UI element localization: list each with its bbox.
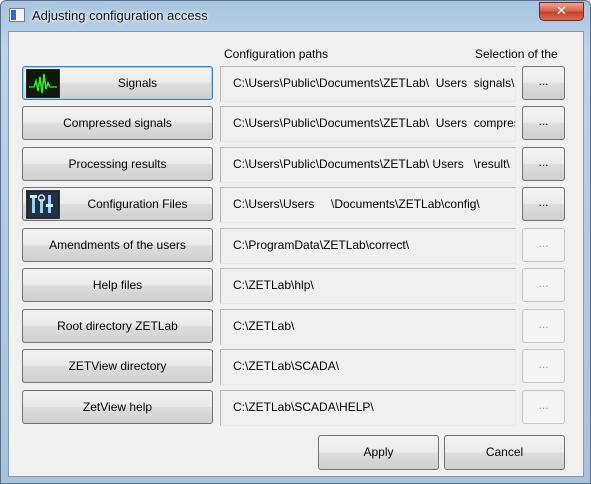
path-field-signals[interactable]: C:\Users\Public\Documents\ZETLab\ Users … bbox=[220, 66, 516, 102]
signal-waveform-icon bbox=[26, 69, 60, 98]
cancel-button[interactable]: Cancel bbox=[444, 435, 565, 470]
path-field-root-directory[interactable]: C:\ZETLab\ bbox=[220, 309, 516, 345]
config-row-compressed-signals: Compressed signals C:\Users\Public\Docum… bbox=[9, 106, 585, 142]
path-field-zetview-directory[interactable]: C:\ZETLab\SCADA\ bbox=[220, 349, 516, 385]
browse-button-zetview-help: ... bbox=[522, 390, 565, 424]
config-row-signals: Signals C:\Users\Public\Documents\ZETLab… bbox=[9, 66, 585, 102]
processing-results-button[interactable]: Processing results bbox=[22, 147, 213, 181]
path-field-zetview-help[interactable]: C:\ZETLab\SCADA\HELP\ bbox=[220, 390, 516, 426]
row-label: ZETView directory bbox=[68, 359, 167, 373]
config-row-amendments: Amendments of the users C:\ProgramData\Z… bbox=[9, 228, 585, 264]
browse-button-configuration-files[interactable]: ... bbox=[522, 187, 565, 221]
path-field-processing-results[interactable]: C:\Users\Public\Documents\ZETLab\ Users … bbox=[220, 147, 516, 183]
row-label: ZetView help bbox=[82, 400, 153, 414]
help-files-button[interactable]: Help files bbox=[22, 268, 213, 302]
zetview-directory-button[interactable]: ZETView directory bbox=[22, 349, 213, 383]
row-label: Compressed signals bbox=[63, 116, 172, 130]
row-label: Configuration Files bbox=[87, 197, 188, 211]
title-bar[interactable]: Adjusting configuration access ✕ bbox=[1, 1, 590, 29]
row-label: Processing results bbox=[68, 157, 167, 171]
config-row-configuration-files: Configuration Files C:\Users\Users \Docu… bbox=[9, 187, 585, 223]
path-field-help-files[interactable]: C:\ZETLab\hlp\ bbox=[220, 268, 516, 304]
app-window-icon bbox=[9, 8, 25, 22]
path-field-configuration-files[interactable]: C:\Users\Users \Documents\ZETLab\config\ bbox=[220, 187, 516, 223]
config-row-zetview-directory: ZETView directory C:\ZETLab\SCADA\ ... bbox=[9, 349, 585, 385]
window-title: Adjusting configuration access bbox=[32, 8, 208, 23]
amendments-button[interactable]: Amendments of the users bbox=[22, 228, 213, 262]
close-button[interactable]: ✕ bbox=[539, 2, 584, 21]
root-directory-button[interactable]: Root directory ZETLab bbox=[22, 309, 213, 343]
configuration-tools-icon bbox=[26, 190, 60, 219]
configuration-files-button[interactable]: Configuration Files bbox=[22, 187, 213, 221]
signals-button[interactable]: Signals bbox=[22, 66, 213, 100]
browse-button-amendments: ... bbox=[522, 228, 565, 262]
row-label: Signals bbox=[117, 76, 158, 90]
browse-button-signals[interactable]: ... bbox=[522, 66, 565, 100]
path-field-amendments[interactable]: C:\ProgramData\ZETLab\correct\ bbox=[220, 228, 516, 264]
column-header-selection: Selection of the bbox=[475, 47, 558, 61]
dialog-body: Configuration paths Selection of the Sig… bbox=[8, 31, 584, 477]
config-row-root-directory: Root directory ZETLab C:\ZETLab\ ... bbox=[9, 309, 585, 345]
browse-button-zetview-directory: ... bbox=[522, 349, 565, 383]
browse-button-processing-results[interactable]: ... bbox=[522, 147, 565, 181]
config-row-zetview-help: ZetView help C:\ZETLab\SCADA\HELP\ ... bbox=[9, 390, 585, 426]
browse-button-root-directory: ... bbox=[522, 309, 565, 343]
compressed-signals-button[interactable]: Compressed signals bbox=[22, 106, 213, 140]
config-row-help-files: Help files C:\ZETLab\hlp\ ... bbox=[9, 268, 585, 304]
row-label: Root directory ZETLab bbox=[57, 319, 178, 333]
path-field-compressed-signals[interactable]: C:\Users\Public\Documents\ZETLab\ Users … bbox=[220, 106, 516, 142]
browse-button-compressed-signals[interactable]: ... bbox=[522, 106, 565, 140]
browse-button-help-files: ... bbox=[522, 268, 565, 302]
zetview-help-button[interactable]: ZetView help bbox=[22, 390, 213, 424]
apply-button[interactable]: Apply bbox=[318, 435, 439, 470]
config-row-processing-results: Processing results C:\Users\Public\Docum… bbox=[9, 147, 585, 183]
row-label: Amendments of the users bbox=[49, 238, 186, 252]
column-header-paths: Configuration paths bbox=[224, 47, 329, 61]
dialog-window: Adjusting configuration access ✕ Configu… bbox=[0, 0, 591, 484]
row-label: Help files bbox=[92, 278, 143, 292]
